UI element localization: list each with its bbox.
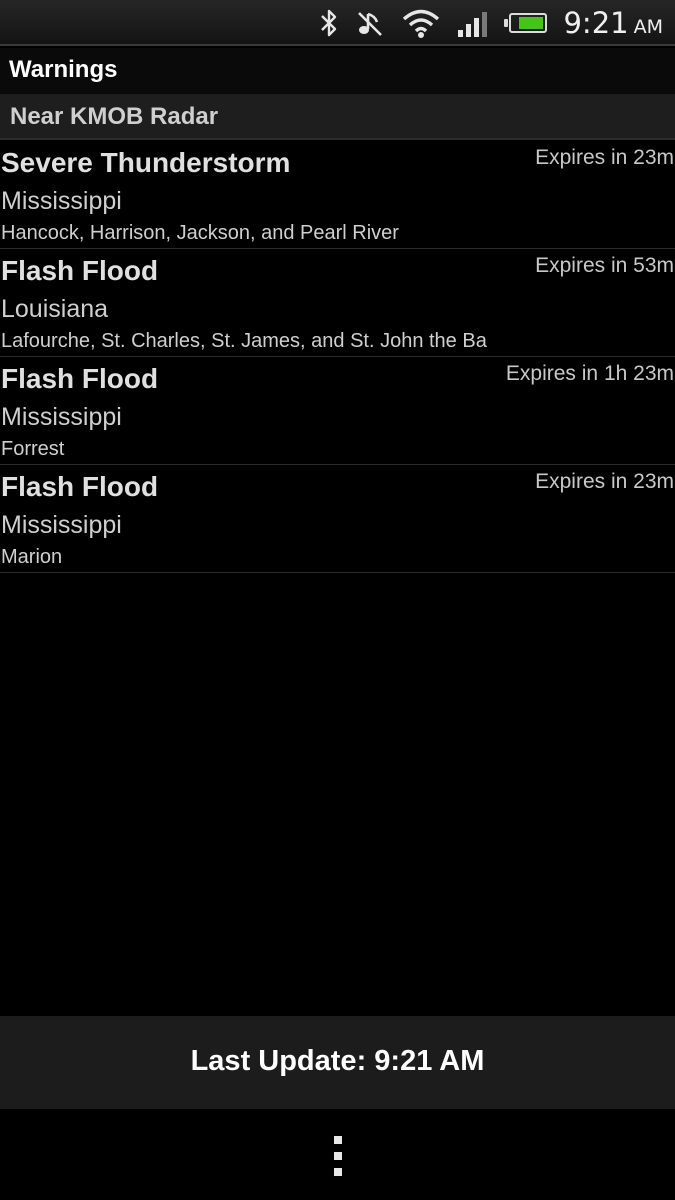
last-update-bar[interactable]: Last Update: 9:21 AM [0,1016,675,1109]
last-update-label: Last Update: 9:21 AM [190,1045,485,1077]
warning-counties: Marion [1,546,63,568]
warning-expiry: Expires in 23m [535,146,674,169]
warning-expiry: Expires in 1h 23m [505,362,674,385]
page-title: Warnings [9,56,118,83]
section-header-label: Near KMOB Radar [10,103,219,130]
warning-type: Flash Flood [1,255,159,286]
warning-counties: Lafourche, St. Charles, St. James, and S… [1,330,487,352]
section-header: Near KMOB Radar [0,94,675,140]
warning-counties: Forrest [1,438,65,460]
overflow-menu-icon[interactable] [331,1136,345,1176]
battery-level-fill [518,17,544,29]
warning-row[interactable]: Flash Flood Expires in 53m Louisiana Laf… [0,249,675,357]
warning-expiry: Expires in 53m [535,254,674,277]
muted-icon [358,12,383,36]
warning-expiry: Expires in 23m [535,470,674,493]
warning-state: Mississippi [1,187,122,215]
menu-dot [334,1152,342,1160]
signal-icon [458,12,488,37]
warning-type: Flash Flood [1,363,159,394]
warning-row[interactable]: Flash Flood Expires in 1h 23m Mississipp… [0,357,675,465]
wifi-icon [403,9,440,38]
battery-icon [504,13,548,33]
status-clock: 9:21 AM [563,6,663,40]
warning-type: Flash Flood [1,471,159,502]
status-bar: 9:21 AM [0,0,675,46]
warning-type: Severe Thunderstorm [1,147,291,178]
menu-dot [334,1136,342,1144]
menu-dot [334,1168,342,1176]
warning-state: Louisiana [1,295,109,323]
warning-state: Mississippi [1,403,122,431]
warnings-list: Severe Thunderstorm Expires in 23m Missi… [0,141,675,573]
warning-row[interactable]: Flash Flood Expires in 23m Mississippi M… [0,465,675,573]
status-icons: 9:21 AM [303,0,663,46]
bluetooth-icon [321,9,337,37]
clock-time: 9:21 [563,6,629,40]
warning-state: Mississippi [1,511,122,539]
warning-counties: Hancock, Harrison, Jackson, and Pearl Ri… [1,222,399,244]
warning-row[interactable]: Severe Thunderstorm Expires in 23m Missi… [0,141,675,249]
nav-bar [0,1109,675,1200]
title-bar: Warnings [0,48,675,94]
clock-ampm: AM [633,16,663,38]
